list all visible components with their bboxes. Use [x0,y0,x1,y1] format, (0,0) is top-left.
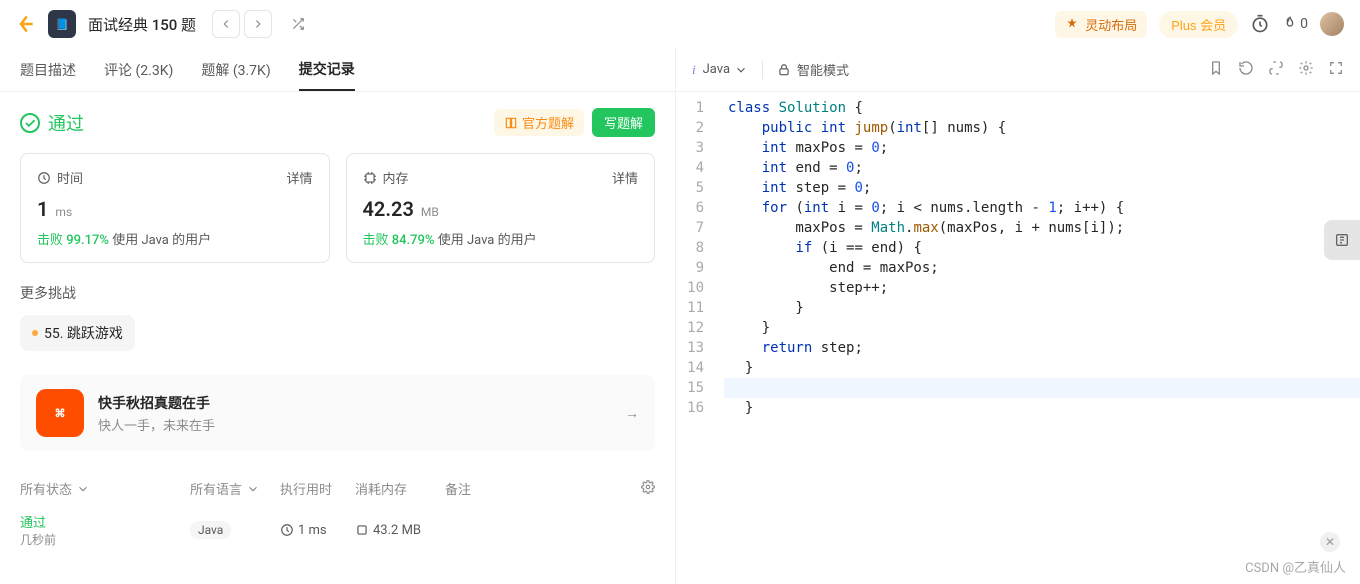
promo-subtitle: 快人一手，未来在手 [98,415,215,434]
submission-time: 几秒前 [20,531,56,548]
runtime-detail-link[interactable]: 详情 [286,168,312,187]
plus-member-button[interactable]: Plus 会员 [1159,11,1238,38]
difficulty-dot-icon [32,330,38,336]
tab-description[interactable]: 题目描述 [20,50,76,90]
flex-layout-button[interactable]: 灵动布局 [1055,11,1147,38]
code-editor[interactable]: 12345678910111213141516 class Solution {… [676,92,1360,584]
memory-detail-link[interactable]: 详情 [612,168,638,187]
streak-counter[interactable]: 0 [1282,16,1308,32]
filter-language[interactable]: 所有语言 [190,479,280,498]
close-bubble-icon[interactable]: ✕ [1320,532,1340,552]
user-avatar[interactable] [1320,12,1344,36]
prev-problem-button[interactable] [212,10,240,38]
submission-runtime: 1 ms [298,523,327,538]
language-selector[interactable]: iJava [692,62,748,78]
promo-card[interactable]: ⌘ 快手秋招真题在手 快人一手，未来在手 → [20,375,655,451]
runtime-label: 时间 [57,168,83,187]
chevron-right-icon: → [625,405,639,422]
tab-discussion[interactable]: 评论 (2.3K) [104,50,173,90]
promo-title: 快手秋招真题在手 [98,393,215,413]
side-panel-toggle[interactable] [1324,220,1360,260]
kuaishou-icon: ⌘ [36,389,84,437]
watermark: CSDN @乙真仙人 [1245,557,1346,576]
submission-status: 通过 [20,512,56,531]
top-header: 📘 面试经典 150 题 灵动布局 Plus 会员 0 [0,0,1360,48]
problem-set-title: 面试经典 150 题 [88,14,196,35]
reset-icon[interactable] [1238,60,1254,80]
tab-submissions[interactable]: 提交记录 [299,49,355,91]
fullscreen-icon[interactable] [1328,60,1344,80]
shuffle-button[interactable] [284,10,312,38]
next-problem-button[interactable] [244,10,272,38]
challenge-title: 55. 跳跃游戏 [44,323,123,343]
memory-label: 内存 [383,168,409,187]
table-settings-icon[interactable] [625,480,655,498]
pass-status-label: 通过 [48,110,84,136]
filter-status[interactable]: 所有状态 [20,479,190,498]
memory-value: 42.23 [363,197,414,221]
left-pane: 题目描述 评论 (2.3K) 题解 (3.7K) 提交记录 通过 官方题解 写题… [0,48,676,584]
smart-mode-toggle[interactable]: 智能模式 [777,60,849,79]
bookmark-icon[interactable] [1208,60,1224,80]
challenge-chip[interactable]: 55. 跳跃游戏 [20,315,135,351]
header-runtime: 执行用时 [280,479,355,498]
memory-stat-card[interactable]: 内存 详情 42.23 MB 击败 84.79% 使用 Java 的用户 [346,153,656,263]
submission-memory: 43.2 MB [373,523,421,538]
studyplan-icon[interactable]: 📘 [48,10,76,38]
settings-icon[interactable] [1298,60,1314,80]
runtime-value: 1 [37,197,48,221]
submission-table-header: 所有状态 所有语言 执行用时 消耗内存 备注 [20,471,655,506]
tab-solutions[interactable]: 题解 (3.7K) [201,50,270,90]
editor-pane: iJava 智能模式 12345678910111213141516 class… [676,48,1360,584]
write-solution-button[interactable]: 写题解 [592,108,655,137]
runtime-stat-card[interactable]: 时间 详情 1 ms 击败 99.17% 使用 Java 的用户 [20,153,330,263]
header-note: 备注 [445,479,625,498]
submission-row[interactable]: 通过 几秒前 Java 1 ms 43.2 MB [20,506,655,554]
timer-icon[interactable] [1250,14,1270,34]
keyboard-icon[interactable] [1268,60,1284,80]
leetcode-logo-icon[interactable] [16,14,36,34]
official-solution-button[interactable]: 官方题解 [494,109,584,136]
more-challenges-label: 更多挑战 [20,283,655,303]
submission-lang: Java [190,521,231,539]
header-memory: 消耗内存 [355,479,445,498]
pass-check-icon [20,113,40,133]
left-tabs: 题目描述 评论 (2.3K) 题解 (3.7K) 提交记录 [0,48,675,92]
